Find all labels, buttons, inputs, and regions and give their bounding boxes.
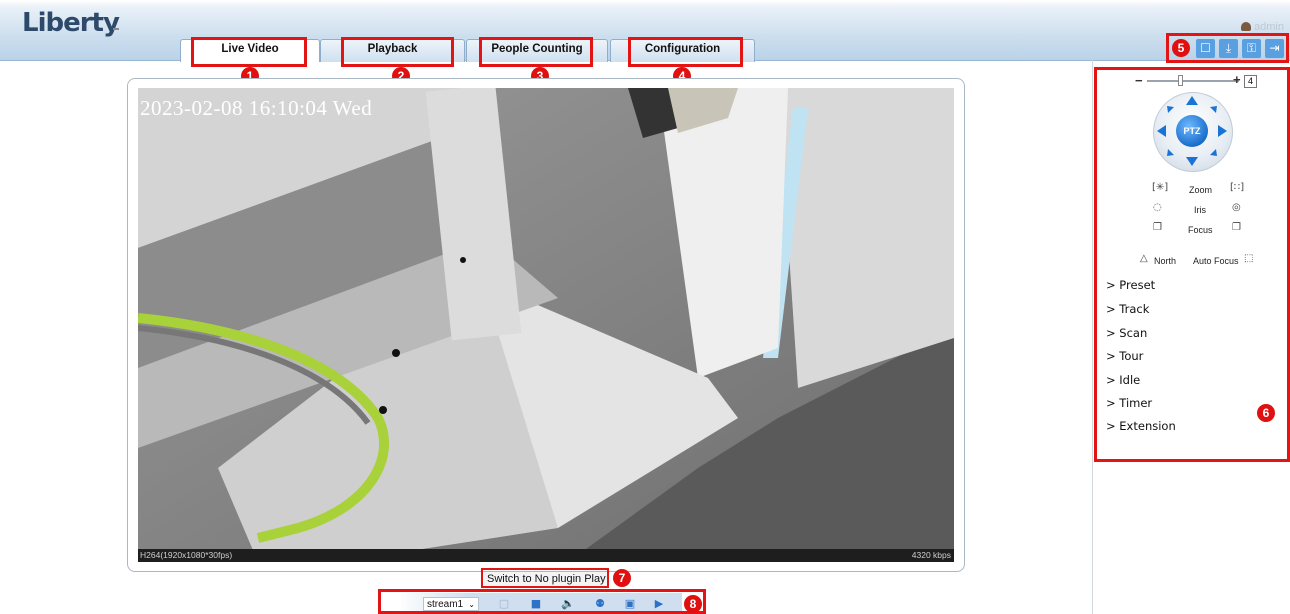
arrow-up-right-icon (1210, 106, 1217, 113)
zoom-in-icon[interactable]: [✳] (1152, 182, 1168, 193)
north-label[interactable]: North (1154, 256, 1176, 266)
snapshot-folder-icon[interactable]: ☐ (1196, 39, 1215, 58)
arrow-down-right-icon (1210, 149, 1217, 156)
ptz-menu-track[interactable]: > Track (1106, 302, 1149, 316)
zoom-label: Zoom (1189, 185, 1213, 195)
logout-icon[interactable]: ⇥ (1265, 39, 1284, 58)
arrow-right-icon (1218, 125, 1227, 137)
arrow-up-left-icon (1167, 106, 1174, 113)
callout-box-2 (341, 37, 454, 67)
north-icon[interactable]: △ (1140, 253, 1148, 264)
ptz-center-button[interactable]: PTZ (1176, 115, 1208, 147)
video-info-bar: H264(1920x1080*30fps) 4320 kbps (138, 549, 954, 562)
iris-open-icon[interactable]: ◎ (1232, 202, 1241, 213)
ptz-menu-preset[interactable]: > Preset (1106, 278, 1155, 292)
download-icon[interactable]: ⤓ (1219, 39, 1238, 58)
focus-near-icon[interactable]: ❐ (1153, 222, 1162, 233)
live-video-view[interactable]: 2023-02-08 16:10:04 Wed (138, 88, 954, 562)
auto-focus-icon[interactable]: ⬚ (1244, 253, 1253, 264)
speed-plus-button[interactable]: + (1233, 72, 1241, 87)
user-name: admin (1254, 21, 1284, 33)
callout-box-7 (481, 568, 609, 588)
callout-badge-5: 5 (1172, 39, 1190, 57)
callout-badge-8: 8 (684, 595, 702, 613)
focus-label: Focus (1188, 225, 1213, 235)
focus-far-icon[interactable]: ❐ (1232, 222, 1241, 233)
ptz-menu-timer[interactable]: > Timer (1106, 396, 1152, 410)
callout-box-3 (479, 37, 593, 67)
speed-minus-button[interactable]: − (1135, 73, 1143, 88)
user-icon (1241, 22, 1252, 31)
arrow-up-icon (1186, 96, 1198, 105)
callout-box-4 (628, 37, 743, 67)
arrow-down-left-icon (1167, 149, 1174, 156)
speed-slider-thumb[interactable] (1178, 75, 1183, 86)
auto-focus-label[interactable]: Auto Focus (1193, 256, 1239, 266)
osd-timestamp: 2023-02-08 16:10:04 Wed (140, 96, 373, 120)
ptz-menu-scan[interactable]: > Scan (1106, 326, 1147, 340)
user-label[interactable]: admin (1241, 21, 1284, 33)
callout-box-8 (378, 589, 706, 614)
callout-badge-6: 6 (1257, 404, 1275, 422)
panel-divider (1092, 60, 1093, 614)
ptz-menu-tour[interactable]: > Tour (1106, 349, 1143, 363)
speed-slider-track[interactable] (1147, 80, 1239, 82)
arrow-left-icon (1157, 125, 1166, 137)
callout-box-1 (191, 37, 307, 67)
zoom-out-icon[interactable]: [∷] (1230, 182, 1244, 193)
arrow-down-icon (1186, 157, 1198, 166)
bitrate-info: 4320 kbps (911, 550, 951, 560)
lock-icon[interactable]: ⚿ (1242, 39, 1261, 58)
iris-close-icon[interactable]: ◌ (1153, 202, 1162, 213)
video-scene (138, 88, 954, 562)
codec-info: H264(1920x1080*30fps) (140, 550, 233, 560)
callout-badge-7: 7 (613, 569, 631, 587)
iris-label: Iris (1194, 205, 1206, 215)
ptz-menu-idle[interactable]: > Idle (1106, 373, 1140, 387)
brand-logo: Liberty (22, 8, 120, 38)
ptz-menu-extension[interactable]: > Extension (1106, 419, 1176, 433)
speed-value: 4 (1244, 75, 1257, 88)
logo-mark (113, 28, 119, 35)
